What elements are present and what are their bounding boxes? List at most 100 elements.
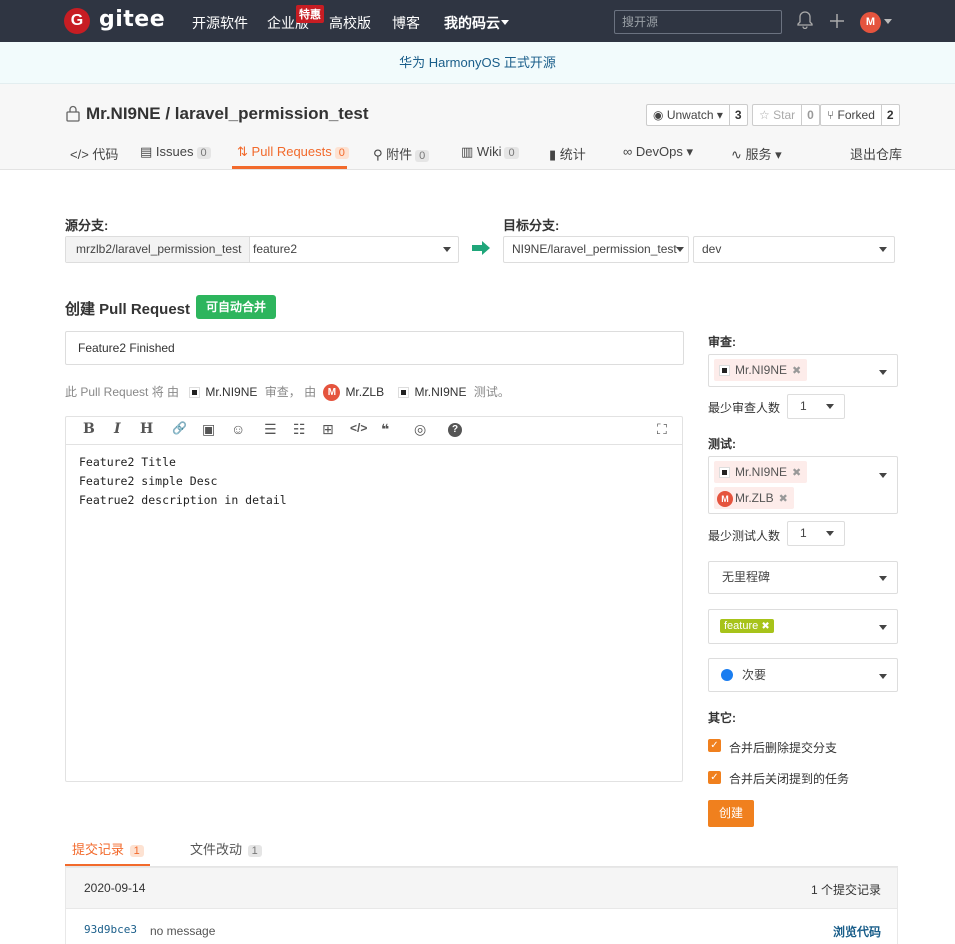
- reviewer-tag[interactable]: Mr.NI9NE ✖: [714, 359, 808, 381]
- tab-pull-requests[interactable]: ⇅ Pull Requests 0: [237, 144, 349, 160]
- code-icon: </>: [70, 147, 89, 162]
- watch-button[interactable]: ◉ Unwatch ▾ 3: [646, 104, 748, 126]
- milestone-value[interactable]: 无里程碑: [722, 562, 770, 593]
- tab-commits-label: 提交记录: [72, 842, 125, 857]
- stats-icon: ▮: [549, 147, 557, 162]
- nav-university[interactable]: 高校版: [329, 13, 371, 33]
- emoji-icon[interactable]: ☺: [231, 421, 245, 437]
- user-avatar[interactable]: M: [860, 12, 881, 33]
- project-title[interactable]: Mr.NI9NE / laravel_permission_test: [86, 104, 369, 124]
- quote-icon[interactable]: ❝: [381, 421, 389, 438]
- watch-label[interactable]: ◉ Unwatch ▾: [647, 105, 730, 125]
- preview-eye-icon[interactable]: ◎: [414, 421, 426, 438]
- table-icon[interactable]: ⊞: [322, 421, 334, 438]
- source-repo[interactable]: mrzlb2/laravel_permission_test: [66, 237, 250, 262]
- fork-label[interactable]: ⑂ Forked: [821, 105, 882, 125]
- tester-tag[interactable]: Mr.NI9NE ✖: [714, 461, 808, 483]
- priority-value[interactable]: 次要: [742, 659, 766, 691]
- remove-icon[interactable]: ✖: [761, 621, 769, 632]
- help-icon[interactable]: ?: [448, 423, 462, 437]
- nav-blog[interactable]: 博客: [392, 13, 420, 33]
- priority-selector[interactable]: 次要: [708, 658, 898, 692]
- tab-devops[interactable]: ∞ DevOps ▾: [623, 144, 693, 160]
- bold-icon[interactable]: B: [83, 421, 95, 437]
- star-button[interactable]: ☆ Star 0: [752, 104, 820, 126]
- plus-icon[interactable]: [829, 13, 845, 29]
- editor-line[interactable]: Featrue2 description in detail: [79, 493, 287, 507]
- label-tag-feature[interactable]: feature ✖: [720, 619, 774, 633]
- image-icon[interactable]: ▣: [202, 421, 215, 438]
- code-block-icon[interactable]: </>: [350, 421, 367, 435]
- nav-promo-badge: 特惠: [296, 5, 324, 23]
- editor-line[interactable]: Feature2 Title: [79, 455, 176, 469]
- close-issues-checkbox[interactable]: ✓: [708, 771, 721, 784]
- link-icon[interactable]: 🔗: [172, 421, 187, 435]
- delete-branch-label[interactable]: 合并后删除提交分支: [729, 739, 837, 756]
- announcement-banner[interactable]: 华为 HarmonyOS 正式开源: [0, 42, 955, 84]
- target-repo-value[interactable]: NI9NE/laravel_permission_test: [512, 237, 677, 262]
- pr-title-value[interactable]: Feature2 Finished: [78, 332, 175, 364]
- star-label[interactable]: ☆ Star: [753, 105, 803, 125]
- min-review-select[interactable]: 1: [787, 394, 845, 419]
- heading-icon[interactable]: H: [140, 421, 153, 437]
- nav-open-source[interactable]: 开源软件: [192, 13, 248, 33]
- delete-branch-checkbox[interactable]: ✓: [708, 739, 721, 752]
- label-selector[interactable]: feature ✖: [708, 609, 898, 644]
- target-repo-selector[interactable]: NI9NE/laravel_permission_test: [503, 236, 689, 263]
- min-test-select[interactable]: 1: [787, 521, 845, 546]
- create-button[interactable]: 创建: [708, 800, 754, 827]
- bell-icon[interactable]: [797, 11, 813, 29]
- tab-code[interactable]: </> 代码: [70, 144, 118, 163]
- ordered-list-icon[interactable]: ☷: [293, 421, 306, 438]
- info-user3[interactable]: Mr.NI9NE: [414, 385, 466, 399]
- exit-repo-link[interactable]: 退出仓库: [850, 144, 902, 163]
- fork-count[interactable]: 2: [882, 105, 899, 125]
- info-user1[interactable]: Mr.NI9NE: [205, 385, 257, 399]
- commit-hash[interactable]: 93d9bce3: [84, 923, 137, 936]
- tab-stats[interactable]: ▮ 统计: [549, 144, 586, 163]
- italic-icon[interactable]: I: [114, 421, 121, 437]
- source-branch-value[interactable]: feature2: [253, 237, 297, 262]
- markdown-editor[interactable]: [65, 416, 683, 782]
- remove-icon[interactable]: ✖: [792, 467, 801, 479]
- info-user2[interactable]: Mr.ZLB: [345, 385, 384, 399]
- tab-file-changes[interactable]: 文件改动 1: [190, 839, 262, 858]
- tab-issues[interactable]: ▤ Issues 0: [140, 144, 211, 160]
- banner-text[interactable]: 华为 HarmonyOS 正式开源: [399, 55, 556, 70]
- tab-services[interactable]: ∿ 服务 ▾: [731, 144, 782, 163]
- fullscreen-icon[interactable]: ⛶: [657, 421, 667, 438]
- nav-my-gitee[interactable]: 我的码云: [444, 13, 500, 33]
- tab-wiki[interactable]: ▥ Wiki 0: [461, 144, 519, 160]
- active-tab-indicator: [232, 166, 347, 169]
- search-input[interactable]: [614, 10, 782, 34]
- target-branch-value[interactable]: dev: [702, 237, 721, 262]
- target-branch-selector[interactable]: dev: [693, 236, 895, 263]
- remove-icon[interactable]: ✖: [779, 493, 788, 505]
- editor-line[interactable]: Feature2 simple Desc: [79, 474, 217, 488]
- tab-commits[interactable]: 提交记录 1: [72, 839, 144, 858]
- close-issues-label[interactable]: 合并后关闭提到的任务: [729, 770, 849, 787]
- source-branch-selector[interactable]: mrzlb2/laravel_permission_test feature2: [65, 236, 459, 263]
- fork-button[interactable]: ⑂ Forked 2: [820, 104, 900, 126]
- browse-code-link[interactable]: 浏览代码: [833, 923, 881, 940]
- remove-icon[interactable]: ✖: [792, 365, 801, 377]
- mergeable-badge: 可自动合并: [196, 295, 277, 319]
- eye-icon: ◉: [653, 108, 664, 122]
- watch-count[interactable]: 3: [730, 105, 747, 125]
- milestone-selector[interactable]: 无里程碑: [708, 561, 898, 594]
- reviewer-selector[interactable]: Mr.NI9NE ✖: [708, 354, 898, 387]
- pr-title-input[interactable]: Feature2 Finished: [65, 331, 684, 365]
- gitee-logo-icon[interactable]: G: [64, 8, 90, 34]
- tester-tag[interactable]: M Mr.ZLB ✖: [714, 487, 794, 509]
- tester-selector[interactable]: Mr.NI9NE ✖ M Mr.ZLB ✖: [708, 456, 898, 514]
- commit-message[interactable]: no message: [150, 924, 215, 938]
- info-mid: 审查， 由: [264, 385, 317, 399]
- star-count[interactable]: 0: [802, 105, 819, 125]
- avatar-chevron-icon[interactable]: [884, 19, 892, 24]
- unordered-list-icon[interactable]: ☰: [264, 421, 277, 438]
- chevron-down-icon: [676, 247, 684, 252]
- tab-attachments[interactable]: ⚲ 附件 0: [373, 144, 430, 163]
- min-review-value[interactable]: 1: [800, 395, 807, 418]
- min-test-value[interactable]: 1: [800, 522, 807, 545]
- gitee-logo-text[interactable]: gitee: [99, 7, 165, 32]
